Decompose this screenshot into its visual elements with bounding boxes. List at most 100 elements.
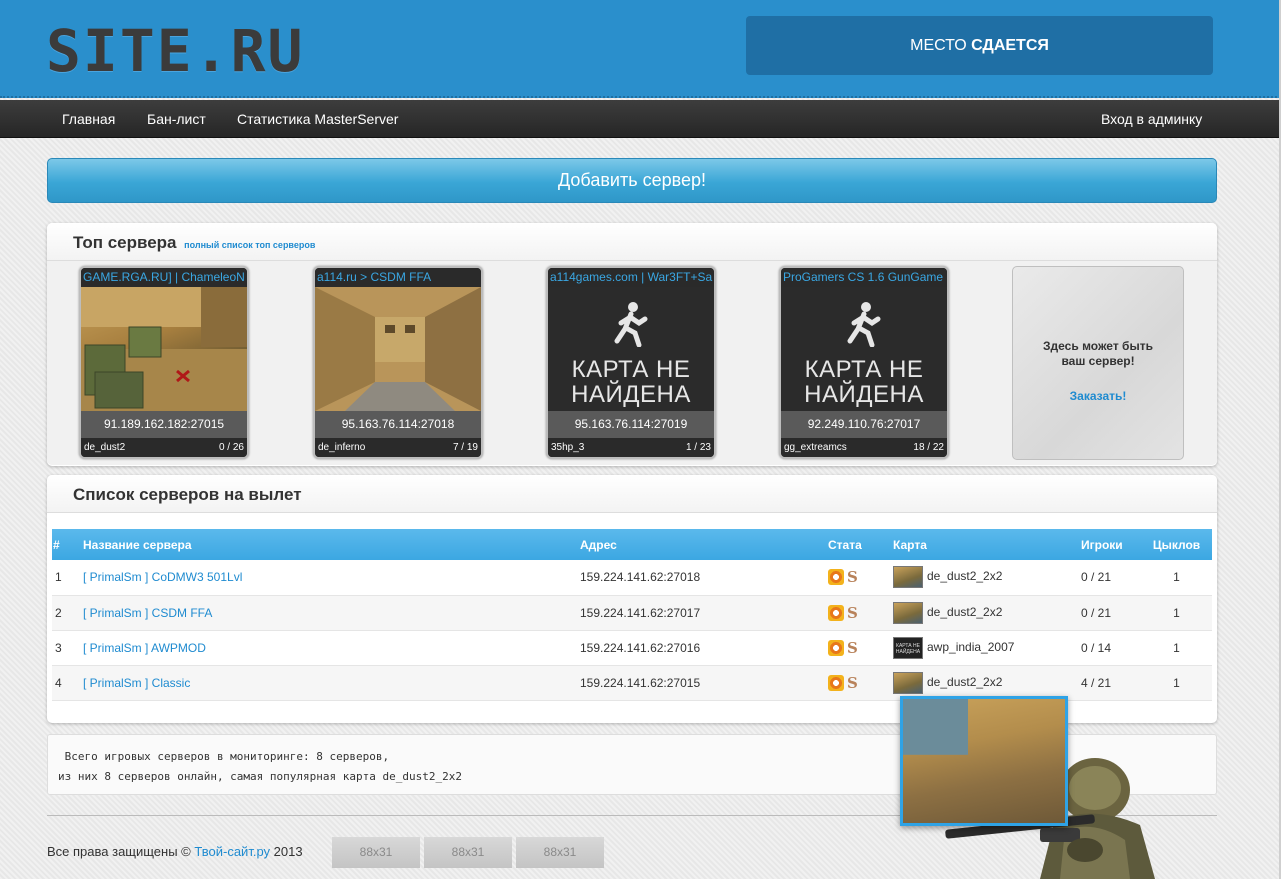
table-header-row: # Название сервера Адрес Стата Карта Игр… [52,529,1212,560]
top-servers-panel: Топ сервера полный список топ серверов G… [47,223,1217,466]
cycles-count: 1 [1141,595,1212,631]
card-info-bar: de_dust2 0 / 26 [81,438,247,457]
full-top-list-link[interactable]: полный список топ серверов [184,240,315,250]
top-server-card[interactable]: GAME.RGA.RU] | ChameleoN 91.189.162.182:… [79,266,249,459]
gametracker-icon[interactable] [828,569,844,586]
top-server-card[interactable]: a114.ru > CSDM FFA 95.163.76.114:27018 d… [313,266,483,459]
col-header-number: # [52,529,83,560]
server-address: 159.224.141.62:27017 [580,595,828,631]
site-link[interactable]: Твой-сайт.ру [194,844,270,859]
stats-icons: S [828,665,893,701]
nav-item-masterserver-stats[interactable]: Статистика MasterServer [237,100,398,138]
running-man-icon [847,302,881,347]
stats-line-1: Всего игровых серверов в мониторинге: 8 … [58,750,390,763]
server-address: 159.224.141.62:27018 [580,560,828,596]
players-count: 0 / 21 [1081,560,1141,596]
promo-text: Здесь может быть ваш сервер! [1013,339,1183,369]
server-name-link[interactable]: [ PrimalSm ] AWPMOD [83,641,206,655]
server-list-title: Список серверов на вылет [73,485,302,504]
table-row: 2 [ PrimalSm ] CSDM FFA 159.224.141.62:2… [52,595,1212,631]
server-list-header: Список серверов на вылет [47,475,1217,513]
players-count: 0 / 14 [1081,630,1141,666]
top-server-card[interactable]: a114games.com | War3FT+Sa КАРТА НЕ НАЙДЕ… [546,266,716,459]
row-number: 1 [52,560,83,596]
card-server-ip: 92.249.110.76:27017 [781,411,947,438]
col-header-stats: Стата [828,529,893,560]
table-row: 3 [ PrimalSm ] AWPMOD 159.224.141.62:270… [52,630,1212,666]
card-server-ip: 95.163.76.114:27019 [548,411,714,438]
card-map-name: de_dust2 [84,442,126,453]
top-server-card[interactable]: ProGamers CS 1.6 GunGame КАРТА НЕ НАЙДЕН… [779,266,949,459]
col-header-cycles: Цыклов [1141,529,1212,560]
map-not-found: КАРТА НЕ НАЙДЕНА [781,287,947,411]
copyright-year: 2013 [270,844,303,859]
stats-s-icon[interactable]: S [847,568,859,586]
row-number: 2 [52,595,83,631]
top-servers-title: Топ сервера [73,233,177,252]
map-thumbnail[interactable] [893,601,923,624]
stats-s-icon[interactable]: S [847,639,859,657]
server-address: 159.224.141.62:27016 [580,630,828,666]
site-logo[interactable]: SITE.RU [46,22,304,80]
card-server-name: GAME.RGA.RU] | ChameleoN [81,268,247,287]
nav-item-banlist[interactable]: Бан-лист [147,100,206,138]
map-thumbnail[interactable] [893,671,923,694]
promo-line-2: ваш сервер! [1061,354,1135,368]
ad-text-bold: СДАЕТСЯ [971,37,1049,54]
gametracker-icon[interactable] [828,639,844,656]
card-server-name: a114.ru > CSDM FFA [315,268,481,287]
top-servers-cards: GAME.RGA.RU] | ChameleoN 91.189.162.182:… [47,261,1217,465]
banner-88x31[interactable]: 88x31 [332,837,420,868]
map-name: awp_india_2007 [927,639,1015,654]
card-players: 7 / 19 [452,442,478,453]
main-nav: Главная Бан-лист Статистика MasterServer… [0,100,1281,138]
map-thumbnail[interactable] [893,566,923,589]
col-header-players: Игроки [1081,529,1141,560]
card-players: 0 / 26 [218,442,244,453]
card-server-name: ProGamers CS 1.6 GunGame [781,268,947,287]
map-screenshot [81,287,247,411]
stats-s-icon[interactable]: S [847,674,859,692]
stats-icons: S [828,560,893,596]
card-map-name: de_inferno [318,442,366,453]
gametracker-icon[interactable] [828,604,844,621]
server-name-link[interactable]: [ PrimalSm ] CoDMW3 501Lvl [83,570,242,584]
stats-icons: S [828,630,893,666]
card-server-ip: 95.163.76.114:27018 [315,411,481,438]
card-info-bar: de_inferno 7 / 19 [315,438,481,457]
server-name-link[interactable]: [ PrimalSm ] Classic [83,676,190,690]
running-man-icon [614,302,648,347]
map-not-found-text: КАРТА НЕ НАЙДЕНА [804,356,924,408]
footer-copyright: Все права защищены © Твой-сайт.ру 2013 [47,844,303,859]
stats-line-2: из них 8 серверов онлайн, самая популярн… [58,770,462,783]
col-header-address: Адрес [580,529,828,560]
gametracker-icon[interactable] [828,674,844,691]
server-list-panel: Список серверов на вылет # Название серв… [47,475,1217,723]
card-server-name: a114games.com | War3FT+Sa [548,268,714,287]
cycles-count: 1 [1141,665,1212,701]
map-screenshot [315,287,481,411]
banner-88x31[interactable]: 88x31 [424,837,512,868]
nav-item-admin-login[interactable]: Вход в админку [1101,100,1202,138]
add-server-button[interactable]: Добавить сервер! [47,158,1217,203]
row-number: 3 [52,630,83,666]
row-number: 4 [52,665,83,701]
stats-s-icon[interactable]: S [847,604,859,622]
banner-88x31[interactable]: 88x31 [516,837,604,868]
card-map-name: gg_extreamcs [784,442,847,453]
copyright-text: Все права защищены © [47,844,195,859]
map-not-found: КАРТА НЕ НАЙДЕНА [548,287,714,411]
promo-line-1: Здесь может быть [1043,339,1153,353]
nav-item-home[interactable]: Главная [62,100,115,138]
card-map-name: 35hp_3 [551,442,585,453]
map-thumbnail[interactable]: КАРТА НЕ НАЙДЕНА [893,636,923,659]
map-hover-preview [900,696,1068,826]
cycles-count: 1 [1141,560,1212,596]
order-link[interactable]: Заказать! [1070,389,1127,403]
site-header: SITE.RU МЕСТО СДАЕТСЯ [0,0,1281,98]
card-players: 18 / 22 [913,442,944,453]
card-info-bar: gg_extreamcs 18 / 22 [781,438,947,457]
server-name-link[interactable]: [ PrimalSm ] CSDM FFA [83,606,212,620]
map-not-found-text: КАРТА НЕ НАЙДЕНА [571,356,691,408]
ad-banner[interactable]: МЕСТО СДАЕТСЯ [746,16,1213,75]
